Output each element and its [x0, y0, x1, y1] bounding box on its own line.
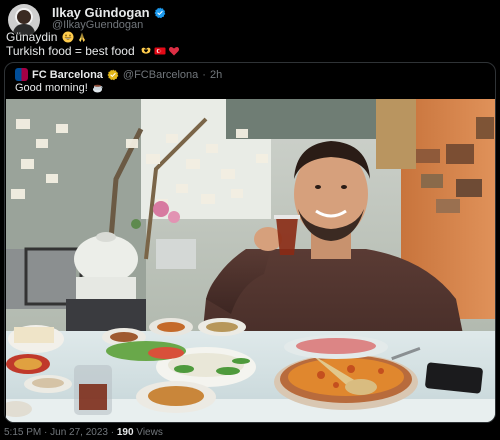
greeting-text: Günaydin: [6, 30, 58, 44]
red-heart-emoji: [168, 47, 179, 56]
footer-separator: ·: [110, 427, 115, 438]
quoted-photo[interactable]: [6, 99, 496, 422]
quoted-author-name[interactable]: FC Barcelona: [32, 69, 103, 81]
views-count: 190: [116, 427, 134, 438]
quoted-separator: ·: [202, 68, 206, 81]
gold-verified-badge-icon: [107, 69, 119, 80]
turkey-flag-emoji: [154, 47, 166, 55]
coffee-emoji: [92, 84, 103, 93]
tweet-text: Günaydin Turkish food = best food: [6, 30, 180, 58]
tweet-line-1: Günaydin: [6, 30, 180, 44]
grinning-face-emoji: [62, 31, 74, 43]
folded-hands-emoji: [79, 32, 86, 42]
quoted-text: Good morning!: [15, 82, 88, 94]
quoted-time[interactable]: 2h: [210, 69, 222, 81]
tweet-header: Ilkay Gündogan @IlkayGuendogan: [4, 2, 496, 36]
quoted-tweet-header: FC Barcelona @FCBarcelona · 2h: [15, 68, 222, 81]
food-statement-text: Turkish food = best food: [6, 44, 135, 58]
views-label: Views: [136, 427, 163, 438]
author-name-line: Ilkay Gündogan: [52, 5, 166, 20]
heart-hands-emoji: [141, 47, 151, 54]
tweet-timestamp[interactable]: 5:15 PM · Jun 27, 2023: [4, 427, 108, 438]
fc-barcelona-logo-icon: [15, 68, 28, 81]
quoted-tweet-text: Good morning!: [15, 82, 104, 94]
quoted-tweet[interactable]: FC Barcelona @FCBarcelona · 2h Good morn…: [4, 62, 496, 423]
tweet-line-2: Turkish food = best food: [6, 44, 180, 58]
tweet-footer: 5:15 PM · Jun 27, 2023 · 190 Views: [4, 427, 163, 438]
quoted-author-handle[interactable]: @FCBarcelona: [123, 69, 198, 81]
author-name[interactable]: Ilkay Gündogan: [52, 5, 150, 20]
verified-badge-icon: [154, 7, 165, 18]
